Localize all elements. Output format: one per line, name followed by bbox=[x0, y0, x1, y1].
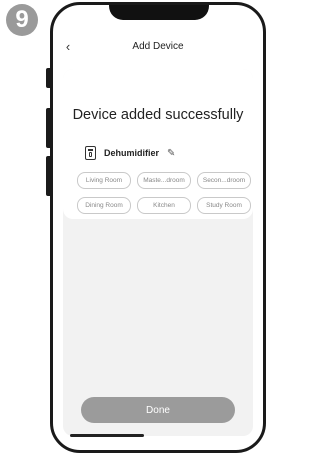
phone-frame: ‹ Add Device Device added successfully D… bbox=[50, 2, 266, 453]
dehumidifier-icon bbox=[85, 146, 96, 160]
nav-bar: ‹ Add Device bbox=[53, 33, 263, 59]
device-name: Dehumidifier bbox=[104, 148, 160, 158]
back-chevron-icon[interactable]: ‹ bbox=[61, 33, 75, 59]
room-chip[interactable]: Study Room bbox=[197, 197, 251, 214]
result-card: Device added successfully Dehumidifier ✎… bbox=[63, 69, 253, 219]
room-chip[interactable]: Secon...droom bbox=[197, 172, 251, 189]
device-name-row: Dehumidifier ✎ bbox=[85, 145, 175, 161]
room-chip-list: Living Room Maste...droom Secon...droom … bbox=[77, 172, 251, 214]
success-message: Device added successfully bbox=[72, 107, 244, 123]
pencil-icon[interactable]: ✎ bbox=[167, 148, 175, 159]
room-chip[interactable]: Living Room bbox=[77, 172, 131, 189]
room-chip[interactable]: Dining Room bbox=[77, 197, 131, 214]
room-chip[interactable]: Kitchen bbox=[137, 197, 191, 214]
room-chip[interactable]: Maste...droom bbox=[137, 172, 191, 189]
home-indicator bbox=[70, 434, 144, 437]
done-button[interactable]: Done bbox=[81, 397, 235, 423]
page-title: Add Device bbox=[132, 40, 184, 52]
step-number-badge: 9 bbox=[6, 4, 38, 36]
app-screen: ‹ Add Device Device added successfully D… bbox=[53, 5, 263, 450]
